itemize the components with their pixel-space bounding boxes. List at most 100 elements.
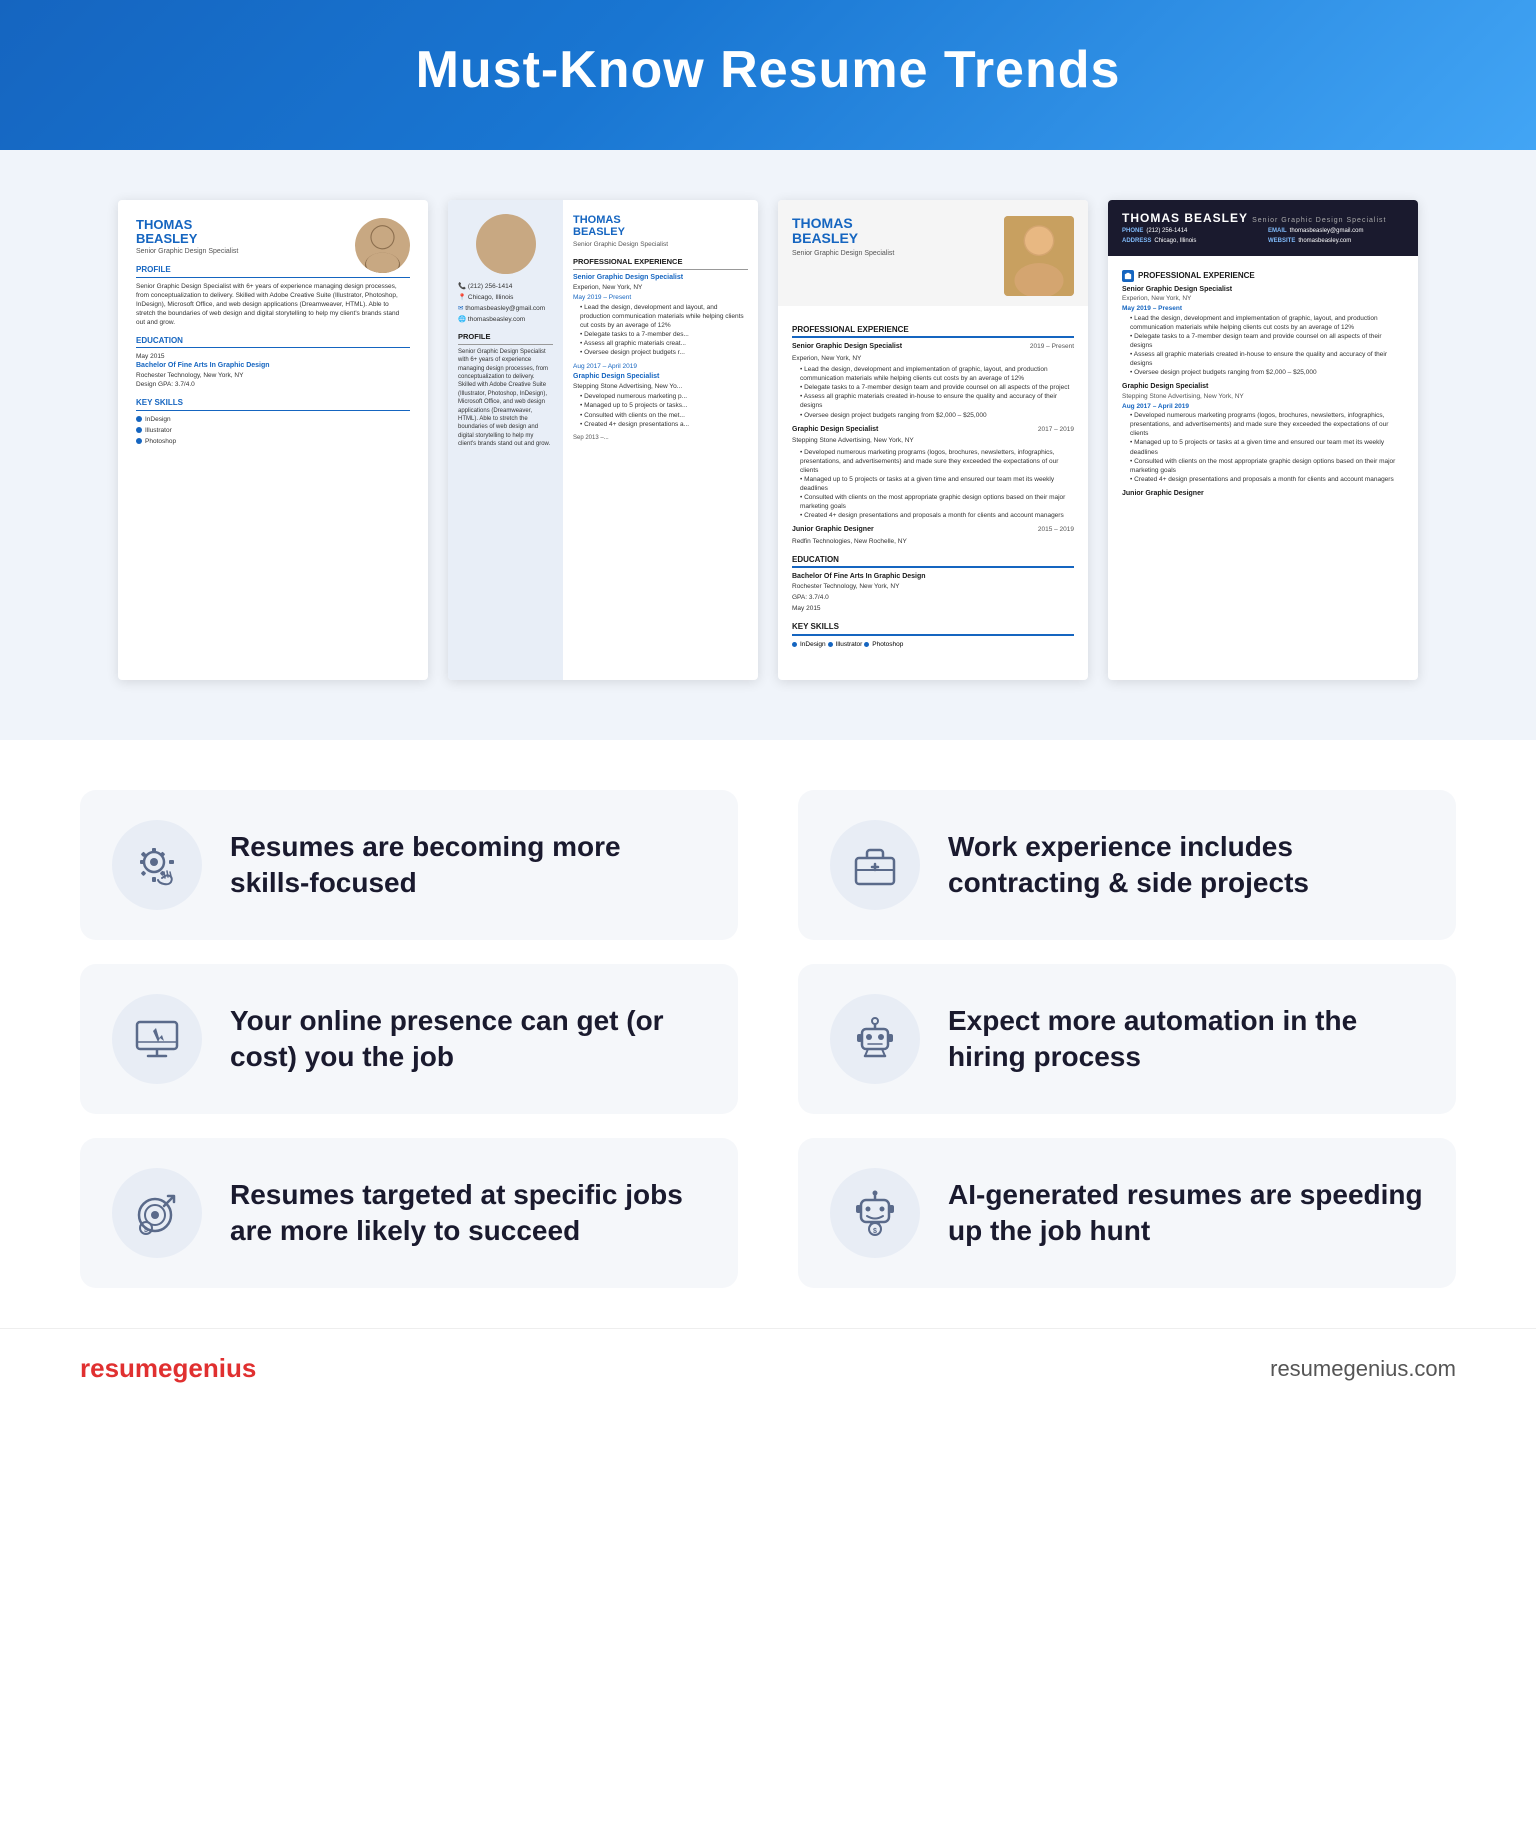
r3-b4: Oversee design project budgets ranging f…	[800, 411, 1074, 420]
r4-exp2-date: Aug 2017 – April 2019	[1122, 402, 1404, 411]
r3-exp2-b2: Managed up to 5 projects or tasks at a g…	[800, 475, 1074, 493]
avatar-1	[355, 218, 410, 273]
r2-name: THOMASBEASLEY	[573, 214, 748, 238]
trend-text-contracting: Work experience includes contracting & s…	[948, 829, 1424, 902]
resume-card-2: 📞 (212) 256-1414 📍 Chicago, Illinois ✉ t…	[448, 200, 758, 680]
r4-header: THOMAS BEASLEY Senior Graphic Design Spe…	[1108, 200, 1418, 256]
r3-job-title: Senior Graphic Design Specialist	[792, 249, 994, 259]
skill-dot	[136, 416, 142, 422]
target-icon-wrap: $	[112, 1168, 202, 1258]
r3-exp1-date: 2019 – Present	[1030, 342, 1074, 352]
r3-exp3-date: 2015 – 2019	[1038, 525, 1074, 535]
skill-dot	[136, 438, 142, 444]
r4-exp2-b2: Managed up to 5 projects or tasks at a g…	[1130, 438, 1404, 456]
monitor-icon-wrap	[112, 994, 202, 1084]
r1-edu-degree: Bachelor Of Fine Arts In Graphic Design	[136, 361, 410, 371]
resume-card-1: THOMASBEASLEY Senior Graphic Design Spec…	[118, 200, 428, 680]
r2-exp-heading: PROFESSIONAL EXPERIENCE	[573, 257, 748, 270]
r2-sidebar: 📞 (212) 256-1414 📍 Chicago, Illinois ✉ t…	[448, 200, 563, 680]
trends-section: Resumes are becoming more skills-focused…	[0, 740, 1536, 1328]
footer-logo: resumegenius	[80, 1353, 256, 1384]
dot	[828, 642, 833, 647]
r2-exp1-b2: Delegate tasks to a 7-member des...	[580, 330, 748, 339]
footer-url: resumegenius.com	[1270, 1356, 1456, 1382]
r1-skill-2: Illustrator	[136, 426, 410, 435]
r3-b2: Delegate tasks to a 7-member design team…	[800, 383, 1074, 392]
r1-edu-date: May 2015	[136, 352, 410, 361]
r2-job-title: Senior Graphic Design Specialist	[573, 240, 748, 249]
r2-exp1-dates: May 2019 – Present	[573, 293, 748, 302]
r1-profile-text: Senior Graphic Design Specialist with 6+…	[136, 282, 410, 327]
r4-exp3-block: Junior Graphic Designer	[1122, 489, 1404, 499]
trend-text-skills: Resumes are becoming more skills-focused	[230, 829, 706, 902]
r2-main: THOMASBEASLEY Senior Graphic Design Spec…	[563, 200, 758, 680]
r3-exp2-b1: Developed numerous marketing programs (l…	[800, 448, 1074, 475]
r4-exp2-block: Graphic Design Specialist Stepping Stone…	[1122, 382, 1404, 484]
ai-icon: $	[850, 1188, 900, 1238]
page-title: Must-Know Resume Trends	[60, 40, 1476, 100]
r2-exp2-title: Graphic Design Specialist	[573, 372, 748, 382]
r3-body: PROFESSIONAL EXPERIENCE Senior Graphic D…	[778, 306, 1088, 661]
r2-exp2-b4: Created 4+ design presentations a...	[580, 420, 748, 429]
r4-exp-heading: PROFESSIONAL EXPERIENCE	[1122, 270, 1404, 282]
r4-exp1-title: Senior Graphic Design Specialist	[1122, 285, 1404, 295]
r2-contact-phone: 📞 (212) 256-1414	[458, 282, 553, 291]
r3-edu-heading: EDUCATION	[792, 554, 1074, 568]
r4-section-icon	[1122, 270, 1134, 282]
briefcase-icon-wrap	[830, 820, 920, 910]
r3-exp2-block: Graphic Design Specialist 2017 – 2019 St…	[792, 425, 1074, 521]
trend-item-automation: Expect more automation in the hiring pro…	[798, 964, 1456, 1114]
r1-skills-heading: KEY SKILLS	[136, 397, 410, 410]
r2-exp2-b2: Managed up to 5 projects or tasks...	[580, 401, 748, 410]
r4-contact: PHONE (212) 256-1414 EMAIL thomasbeasley…	[1122, 227, 1404, 246]
r3-exp2-company: Stepping Stone Advertising, New York, NY	[792, 436, 1074, 445]
r4-b4: Oversee design project budgets ranging f…	[1130, 368, 1404, 377]
r3-exp3-header: Junior Graphic Designer 2015 – 2019	[792, 525, 1074, 535]
r3-exp3-block: Junior Graphic Designer 2015 – 2019 Redf…	[792, 525, 1074, 546]
r4-name: THOMAS BEASLEY Senior Graphic Design Spe…	[1122, 210, 1404, 227]
r2-exp2-b3: Consulted with clients on the met...	[580, 411, 748, 420]
r4-b1: Lead the design, development and impleme…	[1130, 314, 1404, 332]
r2-exp2-b1: Developed numerous marketing p...	[580, 392, 748, 401]
r3-edu-gpa: GPA: 3.7/4.0	[792, 593, 1074, 602]
trend-item-contracting: Work experience includes contracting & s…	[798, 790, 1456, 940]
resume-card-4: THOMAS BEASLEY Senior Graphic Design Spe…	[1108, 200, 1418, 680]
resume-showcase: THOMASBEASLEY Senior Graphic Design Spec…	[0, 150, 1536, 740]
r3-skill-2: Illustrator	[828, 640, 863, 649]
trend-item-skills: Resumes are becoming more skills-focused	[80, 790, 738, 940]
r1-edu-school: Rochester Technology, New York, NY	[136, 371, 410, 380]
skills-icon	[132, 840, 182, 890]
trend-item-online: Your online presence can get (or cost) y…	[80, 964, 738, 1114]
trend-text-ai: AI-generated resumes are speeding up the…	[948, 1177, 1424, 1250]
monitor-icon	[132, 1014, 182, 1064]
r4-exp1-date: May 2019 – Present	[1122, 304, 1404, 313]
r2-exp1-b4: Oversee design project budgets r...	[580, 348, 748, 357]
r3-b1: Lead the design, development and impleme…	[800, 365, 1074, 383]
trends-grid: Resumes are becoming more skills-focused…	[80, 790, 1456, 1288]
r3-b3: Assess all graphic materials created in-…	[800, 392, 1074, 410]
r3-exp2-title: Graphic Design Specialist	[792, 425, 878, 435]
r1-skill-3: Photoshop	[136, 437, 410, 446]
r2-profile-text: Senior Graphic Design Specialist with 6+…	[458, 348, 553, 449]
r4-body: PROFESSIONAL EXPERIENCE Senior Graphic D…	[1108, 256, 1418, 507]
r4-address: ADDRESS Chicago, Illinois	[1122, 237, 1258, 245]
r4-b2: Delegate tasks to a 7-member design team…	[1130, 332, 1404, 350]
r3-exp2-date: 2017 – 2019	[1038, 425, 1074, 435]
robot-icon-wrap	[830, 994, 920, 1084]
r2-contact-web: 🌐 thomasbeasley.com	[458, 315, 553, 324]
r1-skill-1: InDesign	[136, 415, 410, 424]
r3-exp-heading: PROFESSIONAL EXPERIENCE	[792, 324, 1074, 338]
skill-dot	[136, 427, 142, 433]
r2-exp2-dates: Aug 2017 – April 2019	[573, 362, 748, 371]
r2-exp1-company: Experion, New York, NY	[573, 283, 748, 292]
r4-exp2-company: Stepping Stone Advertising, New York, NY	[1122, 392, 1404, 401]
resume-card-3: THOMASBEASLEY Senior Graphic Design Spec…	[778, 200, 1088, 680]
logo-text: resumegenius	[80, 1353, 256, 1384]
dot	[864, 642, 869, 647]
avatar-3	[1004, 216, 1074, 296]
robot-icon	[850, 1014, 900, 1064]
r3-exp3-company: Redfin Technologies, New Rochelle, NY	[792, 537, 1074, 546]
r3-exp1-title: Senior Graphic Design Specialist	[792, 342, 902, 352]
r3-exp1-company: Experion, New York, NY	[792, 354, 1074, 363]
r2-exp1-b3: Assess all graphic materials creat...	[580, 339, 748, 348]
